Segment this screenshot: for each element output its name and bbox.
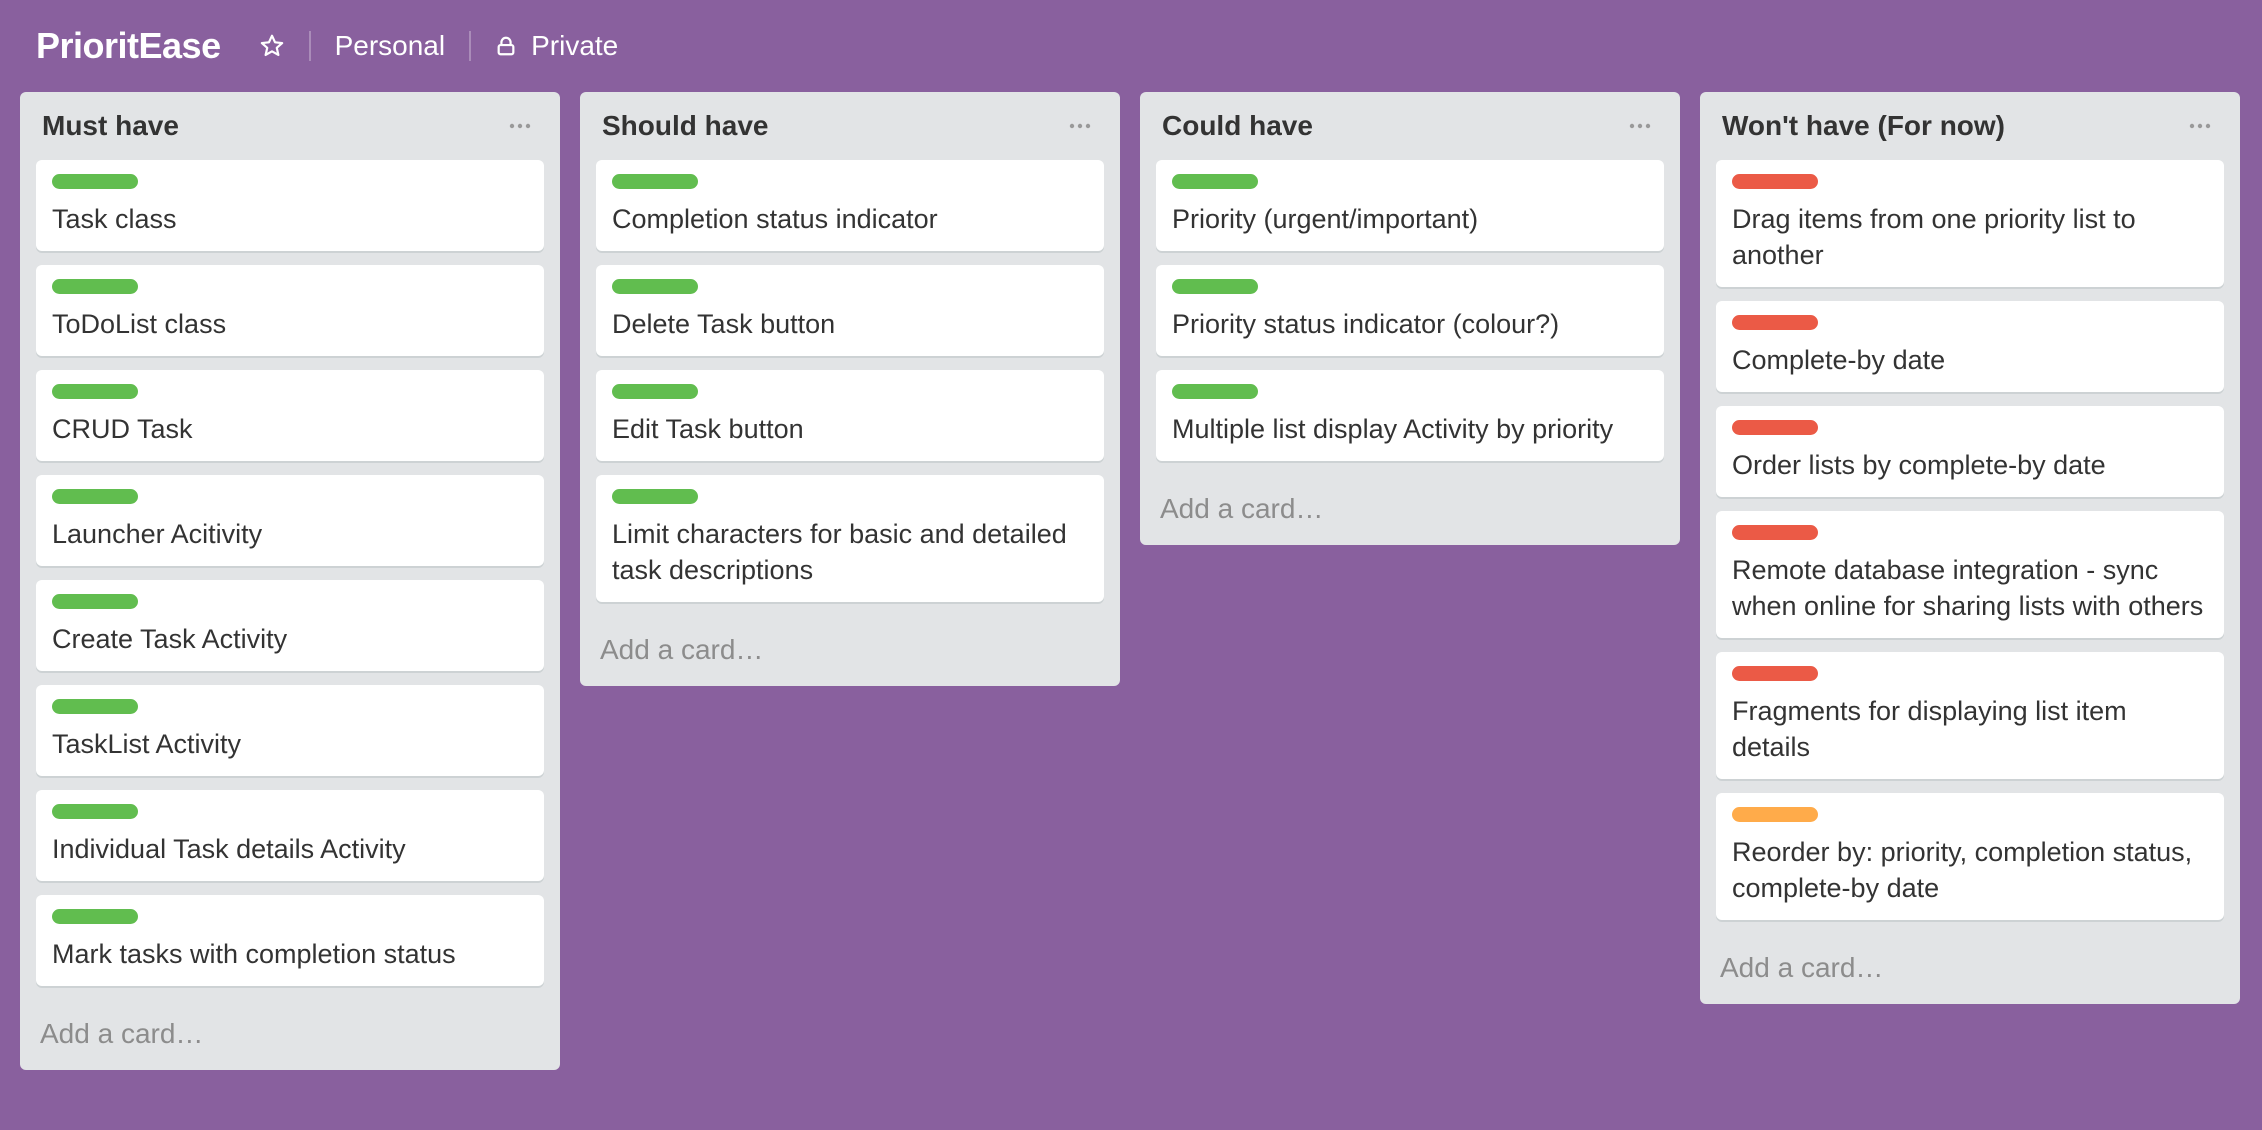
lock-icon [497,36,515,56]
card[interactable]: Limit characters for basic and detailed … [596,475,1104,602]
list-menu-button[interactable] [1060,106,1100,146]
card-label-green [52,804,138,819]
card[interactable]: Order lists by complete-by date [1716,406,2224,497]
list-header: Should have [596,92,1104,160]
card-label-green [612,384,698,399]
more-horizontal-icon [509,123,531,129]
card[interactable]: Reorder by: priority, completion status,… [1716,793,2224,920]
card-title: Complete-by date [1732,345,1946,375]
list-header: Must have [36,92,544,160]
card-title: TaskList Activity [52,729,242,759]
list-menu-button[interactable] [500,106,540,146]
card-title: Completion status indicator [612,204,938,234]
card[interactable]: Priority status indicator (colour?) [1156,265,1664,356]
board-title[interactable]: PrioritEase [36,25,221,67]
card-title: Mark tasks with completion status [52,939,456,969]
more-horizontal-icon [1629,123,1651,129]
card[interactable]: CRUD Task [36,370,544,461]
card[interactable]: Edit Task button [596,370,1104,461]
card-title: Multiple list display Activity by priori… [1172,414,1614,444]
card-title: Fragments for displaying list item detai… [1732,696,2127,762]
add-card-button[interactable]: Add a card… [596,614,1104,686]
add-card-button[interactable]: Add a card… [1716,932,2224,1004]
card-label-green [1172,174,1258,189]
card-label-green [52,909,138,924]
header-divider [469,31,472,61]
list-column: Could have Priority (urgent/important) Pri… [1140,92,1680,545]
card-label-green [52,489,138,504]
card-label-green [52,174,138,189]
card-label-orange [1732,807,1818,822]
list-title[interactable]: Must have [42,110,179,142]
card-label-green [612,279,698,294]
card[interactable]: ToDoList class [36,265,544,356]
card-label-red [1732,420,1818,435]
card[interactable]: Priority (urgent/important) [1156,160,1664,251]
card-label-red [1732,174,1818,189]
card[interactable]: Completion status indicator [596,160,1104,251]
list-menu-button[interactable] [1620,106,1660,146]
card-title: Limit characters for basic and detailed … [612,519,1067,585]
card-title: ToDoList class [52,309,227,339]
card-title: Remote database integration - sync when … [1732,555,2204,621]
card-label-green [612,489,698,504]
list-title[interactable]: Should have [602,110,768,142]
card-title: Reorder by: priority, completion status,… [1732,837,2193,903]
star-icon [260,34,283,57]
visibility-label: Private [531,30,619,61]
card-label-green [1172,384,1258,399]
card-title: Launcher Acitivity [52,519,263,549]
card-title: Priority status indicator (colour?) [1172,309,1560,339]
card[interactable]: Create Task Activity [36,580,544,671]
card-label-green [52,384,138,399]
header-divider [308,31,311,61]
more-horizontal-icon [1069,123,1091,129]
card-title: Drag items from one priority list to ano… [1732,204,2136,270]
card[interactable]: Multiple list display Activity by priori… [1156,370,1664,461]
card[interactable]: Drag items from one priority list to ano… [1716,160,2224,287]
card-label-green [612,174,698,189]
card-title: Priority (urgent/important) [1172,204,1479,234]
list-title[interactable]: Won't have (For now) [1722,110,2005,142]
list-column: Won't have (For now) Drag items from one … [1700,92,2240,1004]
card-label-red [1732,666,1818,681]
card-label-red [1732,315,1818,330]
card[interactable]: Remote database integration - sync when … [1716,511,2224,638]
board-canvas: Must have Task class ToDoList class CRUD Ta… [20,92,2260,1070]
card-title: Order lists by complete-by date [1732,450,2106,480]
list-column: Must have Task class ToDoList class CRUD Ta… [20,92,560,1070]
card[interactable]: Fragments for displaying list item detai… [1716,652,2224,779]
card[interactable]: Mark tasks with completion status [36,895,544,986]
card-label-green [52,699,138,714]
star-board-button[interactable] [249,24,295,68]
card[interactable]: TaskList Activity [36,685,544,776]
add-card-button[interactable]: Add a card… [36,998,544,1070]
add-card-button[interactable]: Add a card… [1156,473,1664,545]
card-title: Edit Task button [612,414,804,444]
card[interactable]: Launcher Acitivity [36,475,544,566]
card-title: Create Task Activity [52,624,288,654]
card-title: Delete Task button [612,309,836,339]
card-label-green [1172,279,1258,294]
card-label-green [52,594,138,609]
more-horizontal-icon [2189,123,2211,129]
card-label-green [52,279,138,294]
list-title[interactable]: Could have [1162,110,1313,142]
card-title: Task class [52,204,177,234]
board-header: PrioritEase Personal Private [0,0,2262,92]
list-header: Could have [1156,92,1664,160]
card[interactable]: Delete Task button [596,265,1104,356]
card[interactable]: Task class [36,160,544,251]
card-label-red [1732,525,1818,540]
visibility-button[interactable]: Private [485,24,628,68]
card-title: CRUD Task [52,414,193,444]
team-button[interactable]: Personal [325,24,456,68]
list-menu-button[interactable] [2180,106,2220,146]
card[interactable]: Individual Task details Activity [36,790,544,881]
card-title: Individual Task details Activity [52,834,406,864]
list-header: Won't have (For now) [1716,92,2224,160]
list-column: Should have Completion status indicator De… [580,92,1120,686]
card[interactable]: Complete-by date [1716,301,2224,392]
